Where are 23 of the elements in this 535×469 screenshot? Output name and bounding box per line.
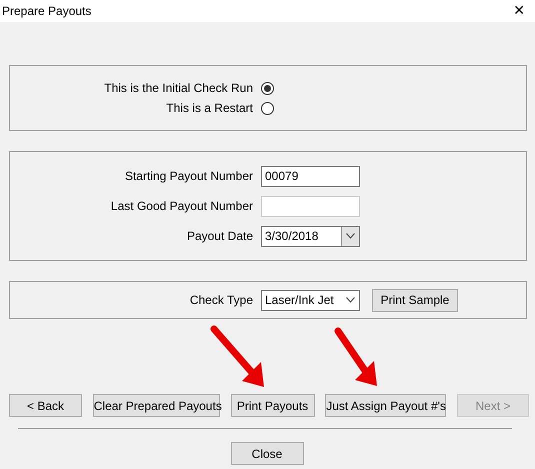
radio-button[interactable] xyxy=(261,102,274,114)
radio-label: This is the Initial Check Run xyxy=(103,81,253,95)
radio-label: This is a Restart xyxy=(165,101,253,115)
window-title: Prepare Payouts xyxy=(2,4,92,18)
dropdown[interactable]: Laser/Ink Jet xyxy=(261,290,360,310)
field-label: Starting Payout Number xyxy=(124,169,253,183)
caret-icon xyxy=(346,233,355,239)
wizard-button[interactable]: Clear Prepared Payouts xyxy=(92,394,220,417)
print-sample-button[interactable]: Print Sample xyxy=(372,288,458,312)
field-label: Payout Date xyxy=(186,229,253,243)
wizard-button[interactable]: Just Assign Payout #'s xyxy=(325,394,446,417)
close-button[interactable]: ✕ xyxy=(513,3,525,19)
pointer-arrow xyxy=(334,327,377,386)
wizard-button[interactable]: Print Payouts xyxy=(230,394,314,417)
pointer-arrow xyxy=(210,325,264,387)
radio-button[interactable] xyxy=(261,82,274,94)
caret-icon xyxy=(346,297,355,303)
date-picker[interactable]: 3/30/2018 xyxy=(261,226,360,246)
field-label: Last Good Payout Number xyxy=(110,199,253,213)
input-field[interactable]: 00079 xyxy=(261,166,360,186)
close-button[interactable]: Close xyxy=(230,442,304,465)
field-label: Check Type xyxy=(188,293,253,307)
wizard-button[interactable]: < Back xyxy=(9,394,82,417)
